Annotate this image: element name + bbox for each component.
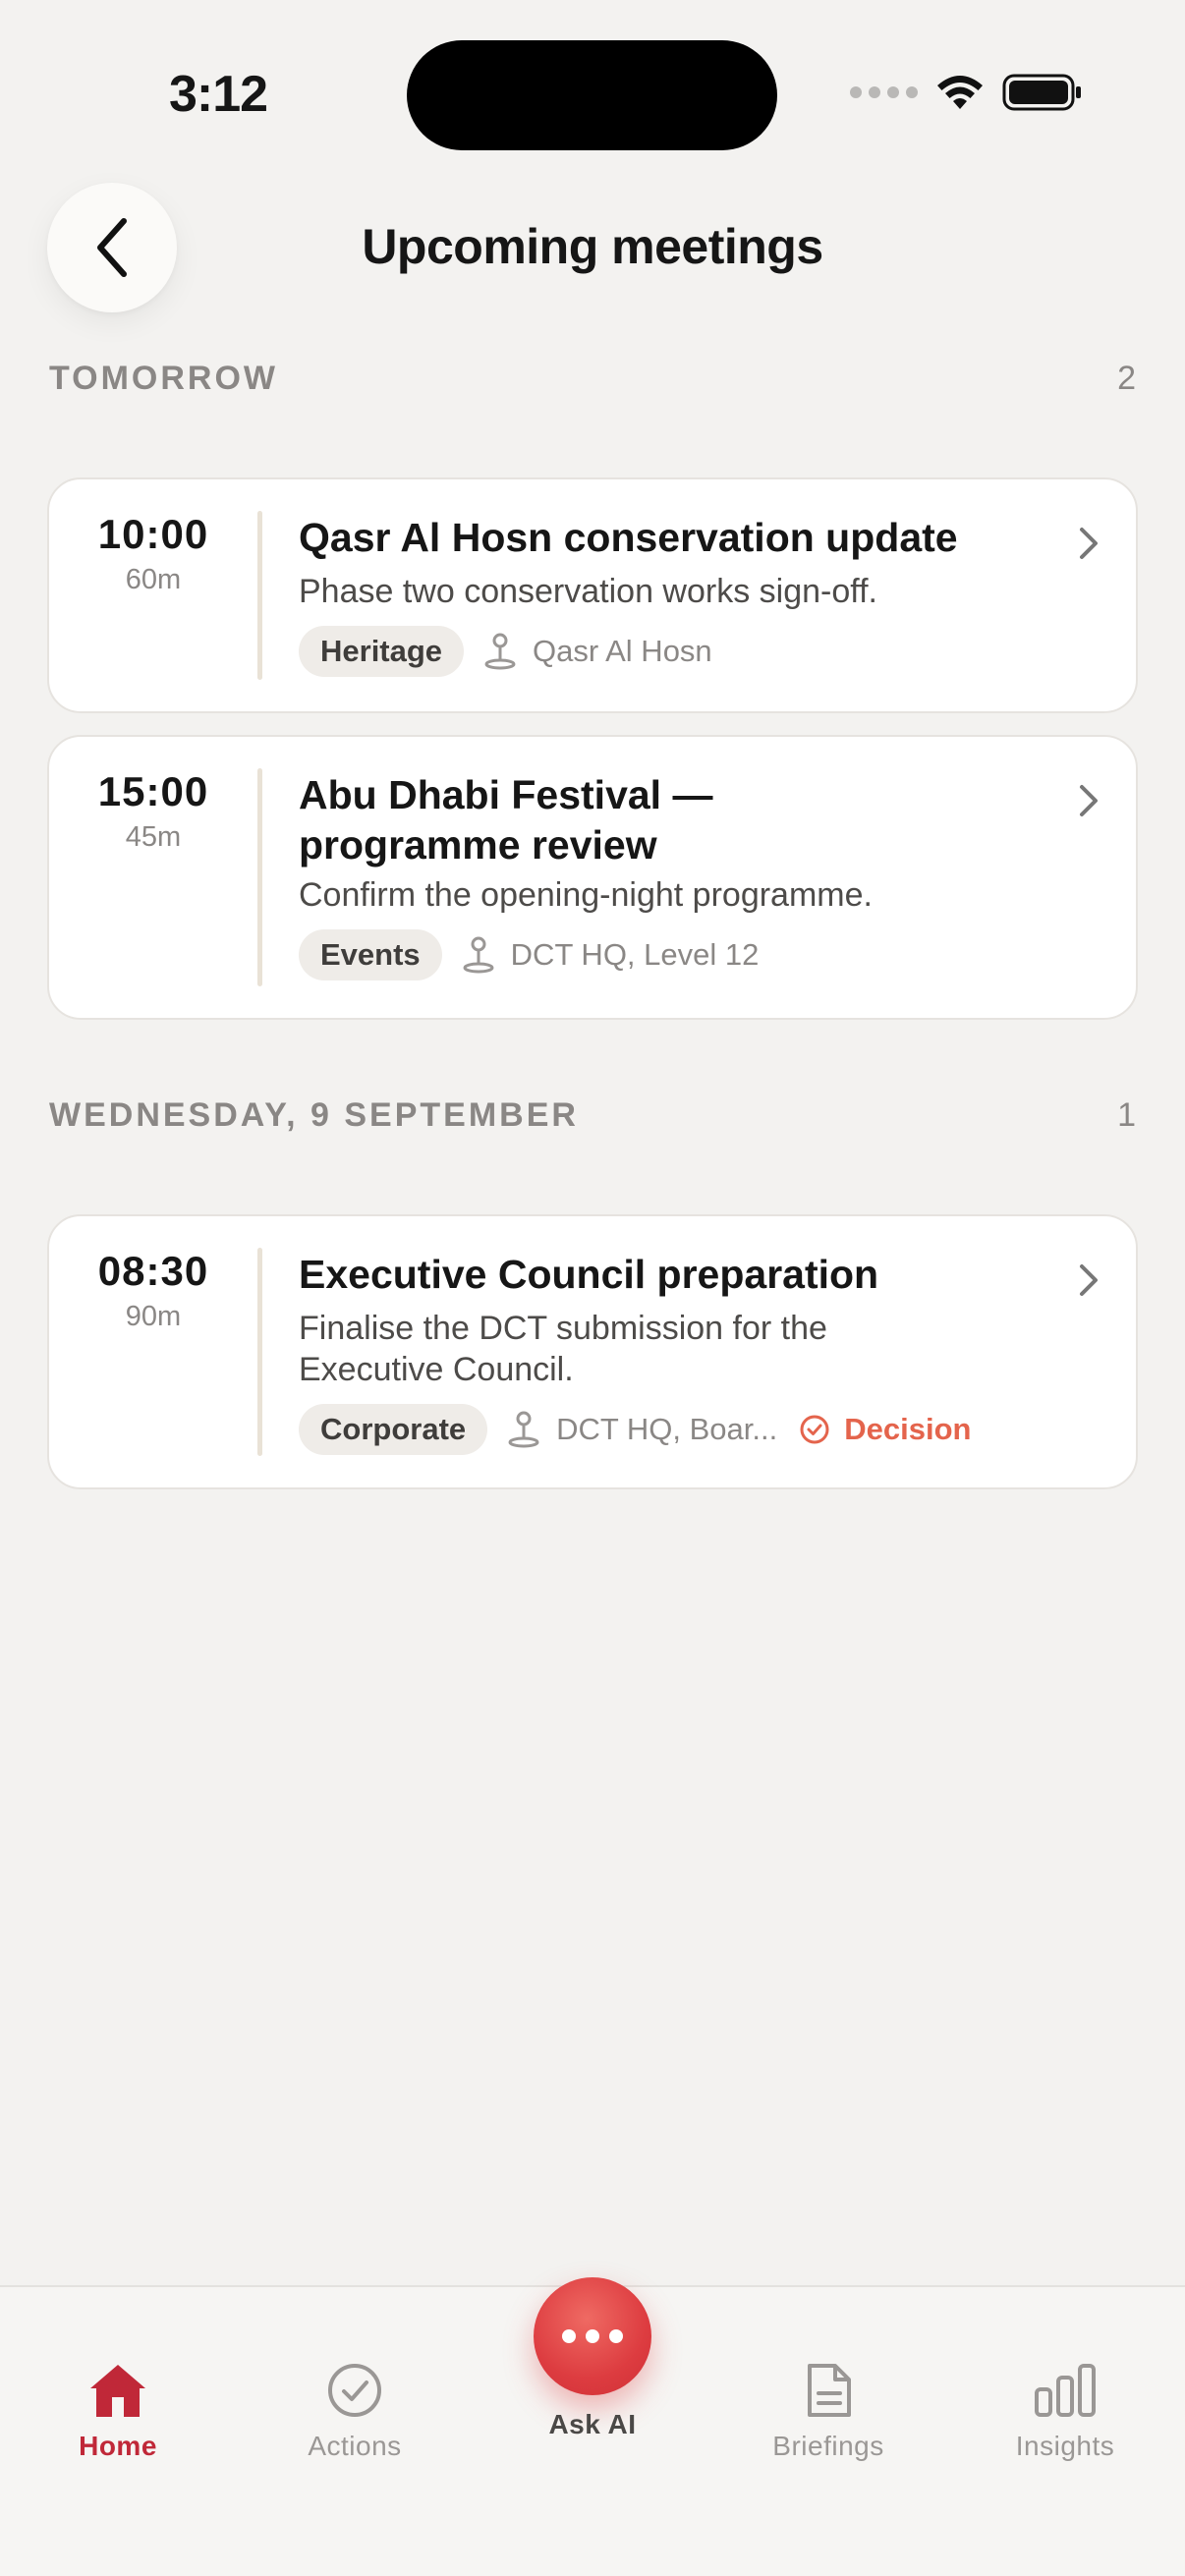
- meeting-description: Phase two conservation works sign-off.: [299, 573, 877, 610]
- document-icon: [808, 2364, 851, 2417]
- decision-label: Decision: [844, 1412, 972, 1446]
- time-divider: [257, 768, 262, 986]
- chevron-right-icon: [1080, 528, 1098, 559]
- tab-insights[interactable]: Insights: [967, 2362, 1163, 2462]
- time-divider: [257, 1248, 262, 1456]
- meeting-meta: Events DCT HQ, Level 12: [299, 929, 1047, 980]
- tab-label: Insights: [1015, 2431, 1115, 2461]
- decision-badge: Decision: [799, 1412, 971, 1447]
- bar-chart-icon: [1035, 2364, 1096, 2417]
- meeting-location: Qasr Al Hosn: [533, 634, 712, 668]
- meeting-location: DCT HQ, Boar...: [556, 1412, 778, 1446]
- category-tag: Events: [299, 929, 442, 980]
- meeting-time: 15:00: [97, 768, 209, 814]
- category-tag: Corporate: [299, 1404, 488, 1455]
- status-time: 3:12: [169, 66, 268, 123]
- meeting-card[interactable]: 08:30 90m Executive Council preparation …: [47, 1214, 1138, 1489]
- home-icon: [90, 2365, 145, 2417]
- meeting-details: Abu Dhabi Festival — programme review: [299, 770, 782, 870]
- cellular-signal-icon: [850, 86, 918, 98]
- meeting-description: Confirm the opening-night programme.: [299, 876, 873, 914]
- meeting-time-block: 15:00 45m: [49, 768, 257, 854]
- meeting-location: DCT HQ, Level 12: [510, 937, 760, 972]
- ask-ai-label: Ask AI: [548, 2409, 637, 2439]
- chevron-right-icon: [1080, 1264, 1098, 1296]
- chevron-right-icon: [1080, 785, 1098, 816]
- check-circle-icon: [800, 1415, 829, 1444]
- meeting-card[interactable]: 15:00 45m Abu Dhabi Festival — programme…: [47, 735, 1138, 1020]
- dynamic-island: [407, 40, 777, 150]
- section-header-wednesday: WEDNESDAY, 9 SEPTEMBER 1: [49, 1096, 1136, 1135]
- section-label: TOMORROW: [49, 360, 279, 397]
- meeting-details-lower: Confirm the opening-night programme. Eve…: [299, 874, 1047, 980]
- meeting-description: Finalise the DCT submission for the Exec…: [299, 1310, 827, 1388]
- meeting-duration: 90m: [125, 1301, 182, 1332]
- check-circle-icon: [328, 2364, 381, 2417]
- time-divider: [257, 511, 262, 680]
- meeting-meta: Corporate DCT HQ, Boar... Decision: [299, 1404, 1047, 1455]
- location-pin-icon: [483, 632, 517, 671]
- meeting-meta: Heritage Qasr Al Hosn: [299, 626, 1047, 677]
- section-count: 1: [1117, 1096, 1136, 1134]
- tab-briefings[interactable]: Briefings: [730, 2362, 927, 2462]
- meeting-card[interactable]: 10:00 60m Qasr Al Hosn conservation upda…: [47, 477, 1138, 713]
- location-pin-icon: [507, 1410, 540, 1449]
- screen: 3:12 Upcoming meetings TOMORROW 2 10:00 …: [0, 0, 1185, 2576]
- section-count: 2: [1117, 360, 1136, 397]
- meeting-time-block: 10:00 60m: [49, 511, 257, 596]
- tab-label: Actions: [308, 2431, 402, 2461]
- meeting-time: 10:00: [97, 511, 209, 557]
- meeting-duration: 45m: [125, 821, 182, 853]
- tab-label: Briefings: [772, 2431, 884, 2461]
- location-pin-icon: [462, 935, 495, 975]
- category-tag: Heritage: [299, 626, 465, 677]
- tab-actions[interactable]: Actions: [256, 2362, 453, 2462]
- meeting-details: Executive Council preparation Finalise t…: [299, 1250, 1047, 1455]
- meeting-duration: 60m: [125, 564, 182, 595]
- meeting-title: Abu Dhabi Festival — programme review: [299, 772, 713, 868]
- tab-home[interactable]: Home: [20, 2362, 216, 2462]
- meeting-time: 08:30: [97, 1248, 209, 1294]
- page-title: Upcoming meetings: [362, 219, 823, 274]
- meeting-title: Qasr Al Hosn conservation update: [299, 515, 958, 560]
- section-header-tomorrow: TOMORROW 2: [49, 360, 1136, 398]
- meeting-time-block: 08:30 90m: [49, 1248, 257, 1333]
- meeting-title: Executive Council preparation: [299, 1252, 879, 1297]
- wifi-icon: [937, 76, 983, 109]
- more-dots-icon: [562, 2329, 576, 2343]
- meeting-details: Qasr Al Hosn conservation update Phase t…: [299, 513, 1047, 677]
- ask-ai-button[interactable]: [534, 2277, 651, 2395]
- status-icons: [850, 73, 1083, 112]
- tab-label: Home: [79, 2431, 157, 2461]
- battery-icon: [1002, 74, 1081, 111]
- section-label: WEDNESDAY, 9 SEPTEMBER: [49, 1096, 579, 1134]
